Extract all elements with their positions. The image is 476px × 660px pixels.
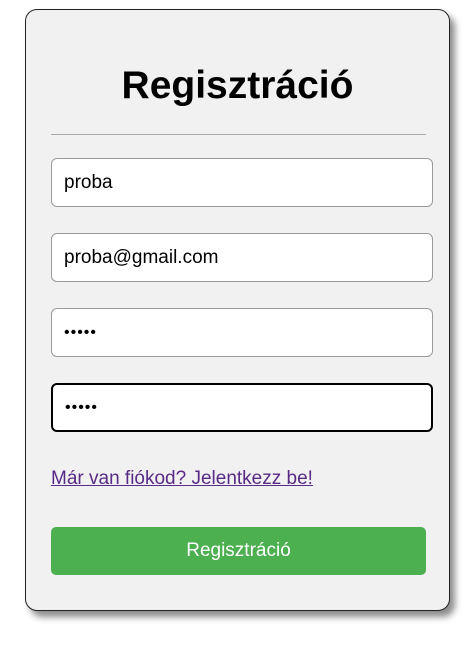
- page-title: Regisztráció: [121, 64, 354, 107]
- email-field[interactable]: [51, 233, 433, 282]
- password-field[interactable]: [51, 308, 433, 357]
- register-button[interactable]: Regisztráció: [51, 527, 426, 575]
- login-link[interactable]: Már van fiókod? Jelentkezz be!: [51, 468, 313, 490]
- password-confirm-field[interactable]: [51, 383, 433, 432]
- username-field[interactable]: [51, 158, 433, 207]
- registration-card: Regisztráció Már van fiókod? Jelentkezz …: [25, 9, 450, 611]
- divider: [51, 134, 426, 135]
